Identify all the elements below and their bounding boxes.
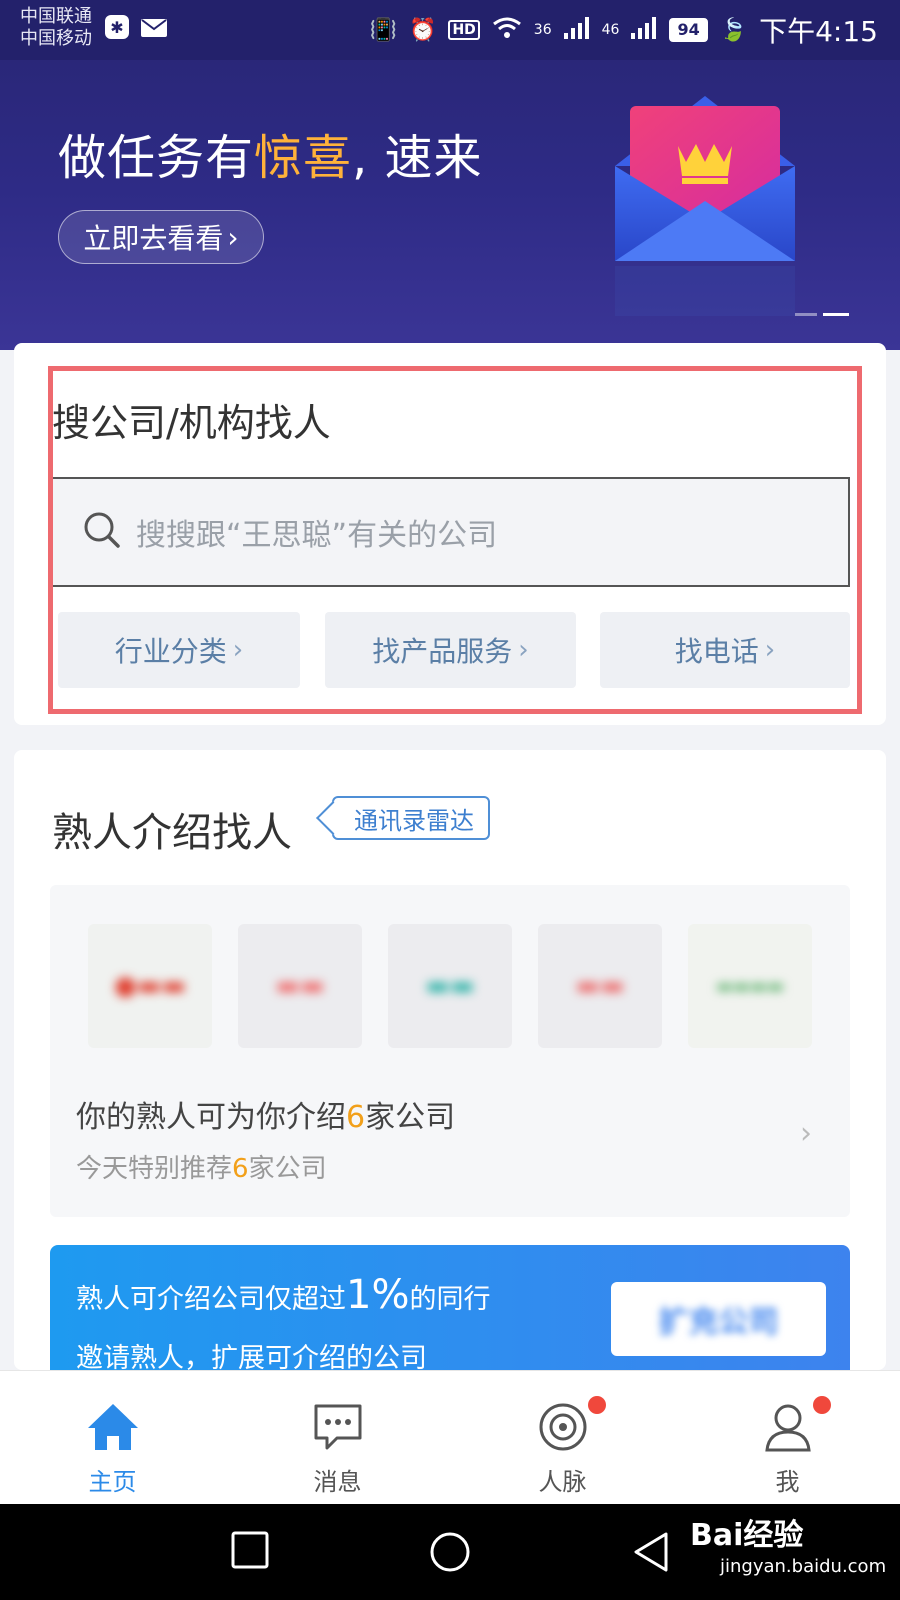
company-logo-blurred: ▬▬ <box>275 971 325 1001</box>
mail-icon <box>140 18 168 42</box>
nav-item-home[interactable]: 主页 <box>0 1370 225 1504</box>
battery-indicator: 94 <box>669 18 708 42</box>
notification-icon: ✱ <box>104 14 130 44</box>
back-button[interactable] <box>630 1530 670 1578</box>
promo-percentage: 1% <box>346 1272 410 1318</box>
nav-label-home: 主页 <box>88 1468 137 1496</box>
intro-main-suffix: 家公司 <box>365 1100 456 1135</box>
network-icon <box>536 1396 606 1454</box>
company-logo: ▬▬ <box>238 924 362 1048</box>
status-bar: 中国联通 中国移动 ✱ 📳 ⏰ HD 36 46 94 🍃 下午4:15 <box>0 0 900 60</box>
intro-sub-prefix: 今天特别推荐 <box>76 1154 233 1184</box>
company-logo: ●▬▬ <box>88 924 212 1048</box>
nav-label-me: 我 <box>775 1468 800 1496</box>
promo-line-1: 熟人可介绍公司仅超过1%的同行 <box>76 1272 490 1318</box>
signal-icon-2 <box>631 17 657 43</box>
hd-icon: HD <box>448 20 480 40</box>
nav-label-messages: 消息 <box>313 1468 362 1496</box>
company-logo: ▬▬ <box>538 924 662 1048</box>
expand-button-label: 扩充公司 <box>658 1305 779 1340</box>
signal-icon-1 <box>563 17 590 43</box>
company-logo: ▬▬ <box>388 924 512 1048</box>
intro-sub-suffix: 家公司 <box>248 1154 327 1184</box>
company-logo-blurred: ▬▬ <box>425 971 475 1001</box>
intro-section-title: 熟人介绍找人 <box>52 810 292 856</box>
alarm-icon: ⏰ <box>409 17 437 43</box>
carrier-2: 中国移动 <box>20 28 92 49</box>
carousel-dot-active <box>823 313 849 316</box>
carrier-info: 中国联通 中国移动 <box>20 6 92 50</box>
recents-button[interactable] <box>230 1530 270 1574</box>
status-icons: 📳 ⏰ HD 36 46 94 🍃 下午4:15 <box>370 12 878 48</box>
company-logo: ▬▬▬▬ <box>688 924 812 1048</box>
vibrate-icon: 📳 <box>369 17 398 43</box>
home-icon <box>86 1400 140 1454</box>
banner-title-suffix: , 速来 <box>352 130 483 186</box>
user-icon <box>761 1396 831 1454</box>
expand-companies-button[interactable]: 扩充公司 <box>611 1282 826 1356</box>
banner-title: 做任务有惊喜, 速来 <box>58 118 483 188</box>
promo-line-1-suffix: 的同行 <box>409 1284 491 1315</box>
network-label-1: 36 <box>533 22 552 38</box>
company-logo-blurred: ▬▬▬▬ <box>715 975 785 997</box>
chevron-right-icon: › <box>800 1116 812 1151</box>
company-logo-blurred: ●▬▬ <box>114 971 186 1001</box>
tag-label: 通讯录雷达 <box>354 806 474 835</box>
intro-main-prefix: 你的熟人可为你介绍 <box>76 1100 346 1135</box>
leaf-icon: 🍃 <box>719 17 748 43</box>
intro-main-count: 6 <box>346 1100 366 1135</box>
nav-label-network: 人脉 <box>538 1468 587 1496</box>
contacts-radar-tag[interactable]: 通讯录雷达 <box>332 796 490 840</box>
carrier-1: 中国联通 <box>20 6 92 27</box>
nav-item-messages[interactable]: 消息 <box>225 1370 450 1504</box>
intro-main-text: 你的熟人可为你介绍6家公司 <box>76 1092 455 1136</box>
status-time: 下午4:15 <box>759 15 878 48</box>
nav-item-me[interactable]: 我 <box>675 1370 900 1504</box>
home-button[interactable] <box>428 1530 472 1578</box>
watermark-brand: Bai经验 <box>690 1518 804 1553</box>
banner-title-prefix: 做任务有 <box>58 130 255 186</box>
intro-sub-count: 6 <box>232 1154 249 1184</box>
network-label-2: 46 <box>601 22 620 38</box>
wifi-icon <box>492 16 522 44</box>
company-logo-blurred: ▬▬ <box>575 971 625 1001</box>
intro-sub-text: 今天特别推荐6家公司 <box>76 1148 327 1185</box>
watermark-url: jingyan.baidu.com <box>720 1556 887 1577</box>
chat-icon <box>311 1400 365 1454</box>
carousel-indicator <box>795 313 849 316</box>
chevron-right-icon: › <box>227 220 239 254</box>
envelope-crown-icon <box>610 96 800 330</box>
promo-line-1-prefix: 熟人可介绍公司仅超过 <box>76 1284 346 1315</box>
notification-badge <box>587 1396 606 1414</box>
annotation-highlight-box <box>48 366 862 714</box>
banner-title-highlight: 惊喜 <box>254 130 353 186</box>
nav-item-network[interactable]: 人脉 <box>450 1370 675 1504</box>
carousel-dot <box>795 313 817 316</box>
banner-go-button[interactable]: 立即去看看 › <box>58 210 264 264</box>
svg-text:✱: ✱ <box>110 18 123 37</box>
notification-badge <box>812 1396 831 1414</box>
banner-button-label: 立即去看看 <box>83 222 224 255</box>
